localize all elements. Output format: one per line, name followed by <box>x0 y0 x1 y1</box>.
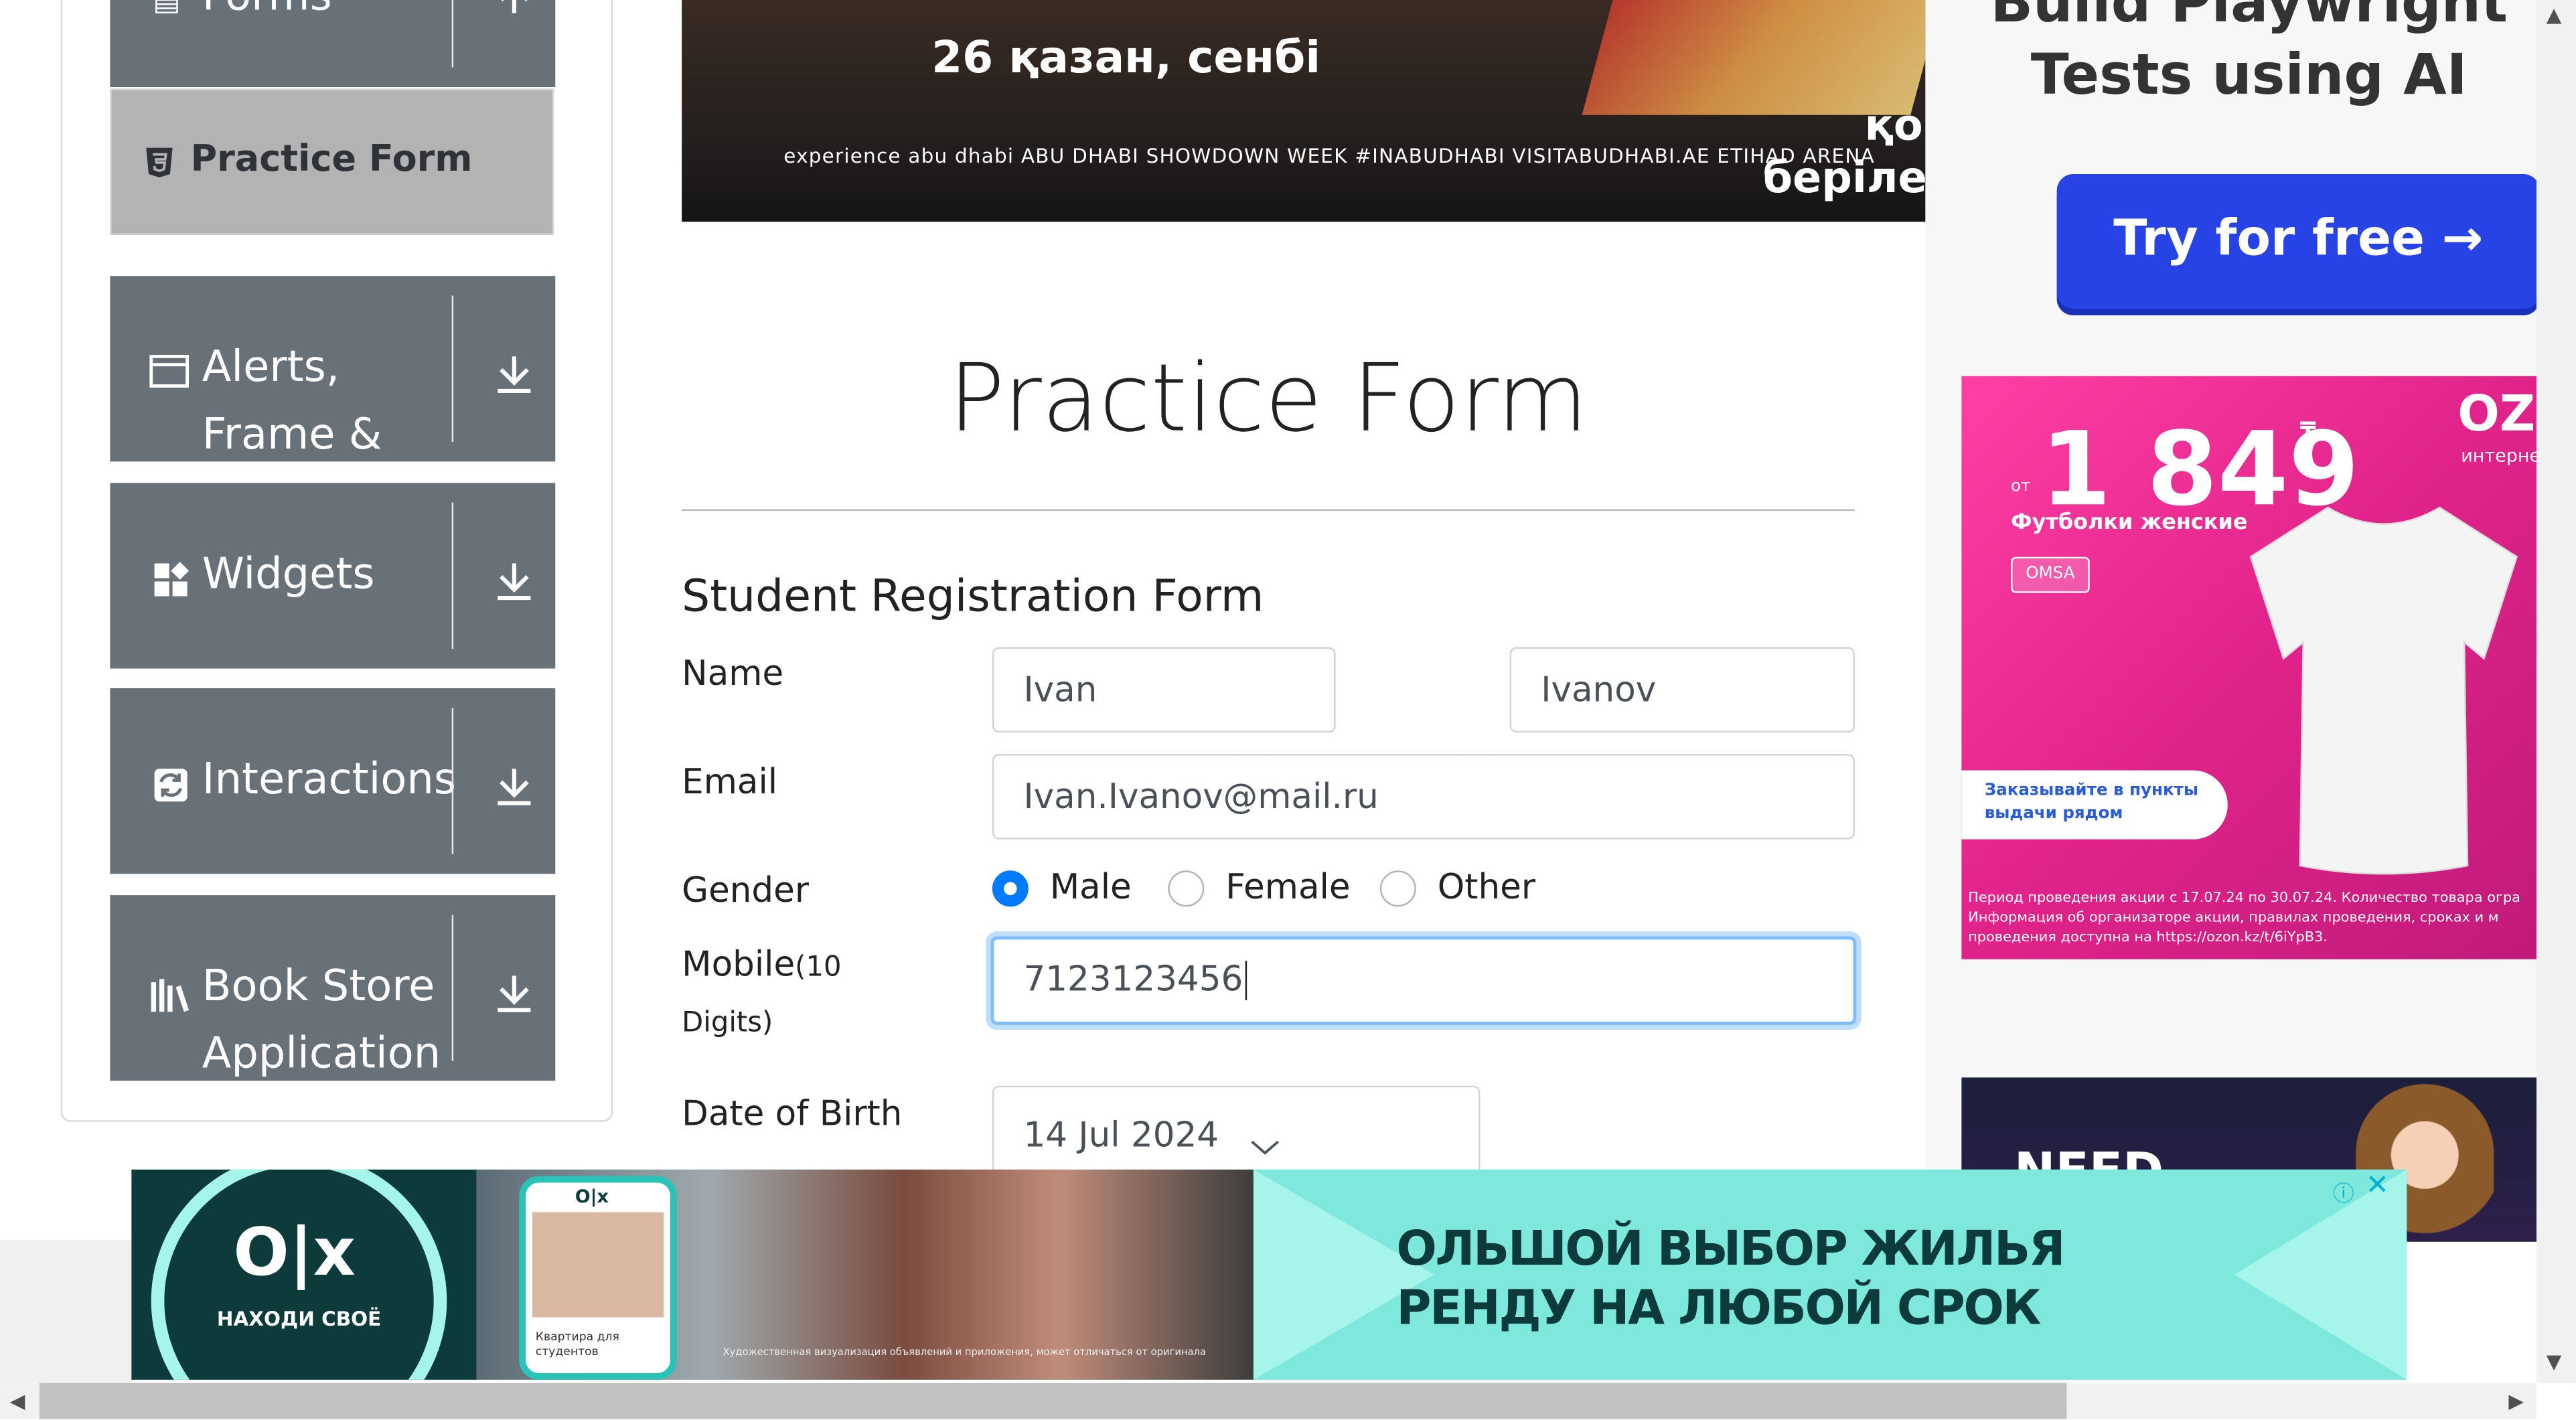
gender-female-label[interactable]: Female <box>1225 867 1350 906</box>
gender-label: Gender <box>682 870 810 911</box>
download-arrow-icon <box>498 563 531 601</box>
olx-logo: O|x <box>233 1215 356 1291</box>
gender-other-radio[interactable] <box>1379 870 1416 907</box>
horizontal-scrollbar-thumb[interactable] <box>39 1383 2067 1419</box>
menu-group-interactions-label: Interactions <box>202 755 457 805</box>
ozon-currency: ₸ <box>2299 418 2316 445</box>
gender-male-radio[interactable] <box>992 870 1029 907</box>
mobile-hint: (10 <box>795 951 842 984</box>
playwright-ad-title: Build Playwright Tests using AI <box>1990 0 2508 108</box>
menu-group-widgets[interactable]: Widgets <box>110 483 556 669</box>
sidebar-item-practice-form[interactable]: Practice Form <box>110 88 554 235</box>
top-banner-ad[interactable]: 26 қазан, сенбі experience abu dhabi ABU… <box>682 0 1926 222</box>
olx-headline-line1: ОЛЬШОЙ ВЫБОР ЖИЛЬЯ <box>1396 1220 2065 1277</box>
olx-disclaimer: Художественная визуализация объявлений и… <box>723 1346 1206 1358</box>
olx-slogan: НАХОДИ СВОЁ <box>216 1307 382 1331</box>
ad-close-icon[interactable]: ✕ <box>2366 1170 2389 1202</box>
menu-group-interactions[interactable]: Interactions <box>110 688 556 874</box>
title-divider <box>682 509 1855 511</box>
banner-text-2: берілет <box>1762 154 1926 204</box>
page-canvas: ▤ Forms Practice Form Alerts, Frame & Wi… <box>0 0 2576 1419</box>
banner-date: 26 қазан, сенбі <box>931 33 1321 84</box>
omsa-logo: OMSA <box>2010 556 2090 593</box>
menu-group-forms[interactable]: ▤ Forms <box>110 0 556 88</box>
banner-text-1: қо <box>1864 102 1923 151</box>
scroll-up-arrow-icon[interactable]: ▲ <box>2547 3 2562 26</box>
last-name-input[interactable]: Ivanov <box>1509 647 1855 733</box>
ozon-fine-print: Период проведения акции с 17.07.24 по 30… <box>1968 890 2520 947</box>
html5-icon <box>146 147 173 177</box>
menu-group-alerts[interactable]: Alerts, Frame & Windows <box>110 276 556 528</box>
mobile-hint-digits: Digits) <box>682 1006 773 1040</box>
olx-phone-photo <box>532 1212 664 1318</box>
olx-phone-mockup: O|x Квартира для студентов <box>519 1176 677 1380</box>
scroll-down-arrow-icon[interactable]: ▼ <box>2547 1350 2562 1373</box>
menu-group-book-store-label: Book Store Application <box>202 962 441 1079</box>
chevron-down-icon <box>1251 1140 1279 1155</box>
try-for-free-button[interactable]: Try for free → <box>2056 174 2540 309</box>
form-section-title: Student Registration Form <box>682 571 1264 623</box>
page-footer-strip <box>0 1240 132 1383</box>
banner-brands: experience abu dhabi ABU DHABI SHOWDOWN … <box>783 144 1875 168</box>
menu-group-forms-label: Forms <box>202 0 465 31</box>
mobile-label: Mobile(10 <box>682 945 841 984</box>
download-arrow-icon <box>498 975 531 1012</box>
name-label: Name <box>682 653 784 694</box>
upload-arrow-icon <box>501 0 528 13</box>
first-name-input[interactable]: Ivan <box>992 647 1336 733</box>
dob-label: Date of Birth <box>682 1093 903 1133</box>
banner-artwork <box>1582 0 1926 115</box>
ad-info-icon[interactable]: ⓘ <box>2333 1176 2354 1207</box>
vertical-scrollbar-thumb[interactable] <box>2536 0 2576 1383</box>
olx-phone-brand: O|x <box>575 1186 609 1208</box>
window-icon <box>149 354 190 388</box>
scroll-right-arrow-icon[interactable]: ▶ <box>2508 1390 2524 1413</box>
tshirt-image <box>2249 506 2518 875</box>
menu-group-widgets-label: Widgets <box>202 550 375 600</box>
form-icon: ▤ <box>153 0 181 18</box>
ozon-logo-subtitle: интерне <box>2461 445 2537 467</box>
ozon-product: Футболки женские <box>2010 511 2248 536</box>
olx-headline: ОЛЬШОЙ ВЫБОР ЖИЛЬЯ РЕНДУ НА ЛЮБОЙ СРОК <box>1396 1218 2065 1337</box>
dob-input-value: 14 Jul 2024 <box>1023 1115 1219 1155</box>
ozon-pickup-note: Заказывайте в пункты выдачи рядом <box>1961 770 2228 840</box>
ozon-logo: OZ <box>2457 386 2536 444</box>
widgets-icon <box>154 562 190 597</box>
sidebar-item-practice-form-label: Practice Form <box>190 139 473 181</box>
ozon-from: от <box>2010 477 2031 496</box>
olx-headline-line2: РЕНДУ НА ЛЮБОЙ СРОК <box>1396 1279 2041 1336</box>
olx-bottom-ad[interactable]: O|x НАХОДИ СВОЁ O|x Квартира для студент… <box>131 1169 2407 1380</box>
books-icon <box>151 979 190 1012</box>
download-arrow-icon <box>498 769 531 805</box>
email-input[interactable]: Ivan.Ivanov@mail.ru <box>992 754 1855 840</box>
email-label: Email <box>682 762 778 802</box>
page-title: Practice Form <box>948 345 1588 454</box>
gender-male-label[interactable]: Male <box>1050 867 1132 906</box>
download-arrow-icon <box>498 356 531 393</box>
text-caret <box>1244 961 1247 1001</box>
gender-female-radio[interactable] <box>1168 870 1205 907</box>
gender-other-label[interactable]: Other <box>1438 867 1535 906</box>
olx-phone-caption: Квартира для студентов <box>535 1330 619 1358</box>
scroll-left-arrow-icon[interactable]: ◀ <box>10 1390 25 1413</box>
mobile-label-text: Mobile <box>682 944 795 984</box>
ozon-ad[interactable]: от 1 849 ₸ OZ интерне Футболки женские O… <box>1961 376 2537 959</box>
mobile-input-value: 7123123456 <box>1023 959 1243 999</box>
interactions-icon <box>154 769 187 802</box>
mobile-input[interactable]: 7123123456 <box>990 936 1857 1025</box>
menu-group-book-store[interactable]: Book Store Application <box>110 895 556 1081</box>
